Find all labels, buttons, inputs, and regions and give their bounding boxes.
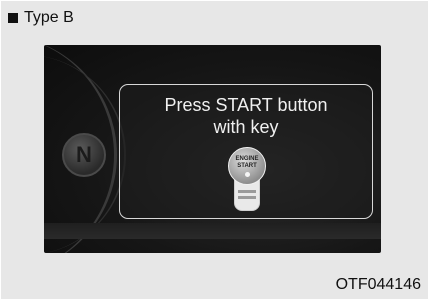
- engine-label: ENGINE: [235, 155, 259, 162]
- message-panel: Press START button with key ENGINE START: [119, 84, 373, 219]
- message-line-2: with key: [213, 117, 279, 137]
- instrument-cluster-display: N Press START button with key ENGINE STA…: [44, 45, 381, 253]
- type-header: Type B: [8, 6, 74, 30]
- gear-indicator: N: [62, 133, 106, 177]
- cluster-lower-band: [44, 223, 381, 239]
- engine-start-button-icon: ENGINE START: [228, 147, 266, 185]
- message-line-1: Press START button: [164, 95, 328, 115]
- key-fob-icon: ENGINE START: [226, 147, 266, 211]
- figure-code: OTF044146: [335, 276, 421, 293]
- button-dot-icon: [244, 171, 250, 177]
- fob-stripe: [238, 196, 256, 199]
- fob-stripe: [238, 190, 256, 193]
- start-label: START: [237, 162, 257, 169]
- type-label: Type B: [24, 9, 74, 26]
- square-bullet-icon: [8, 13, 18, 23]
